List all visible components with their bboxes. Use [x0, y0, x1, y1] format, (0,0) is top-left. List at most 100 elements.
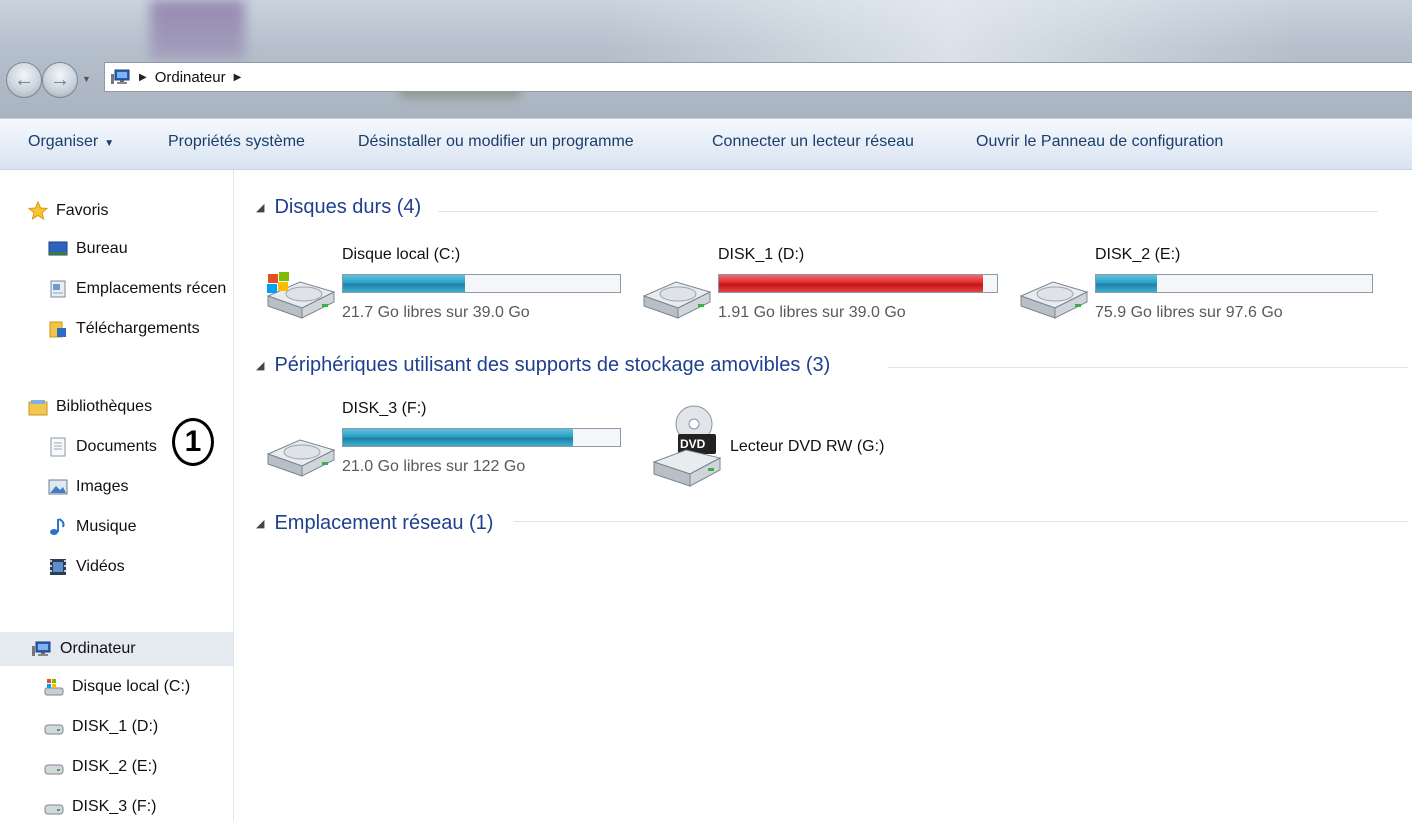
sidebar-item-label: Documents [76, 438, 157, 455]
drive-g-dvd[interactable]: DVD Lecteur DVD RW (G:) [650, 404, 950, 494]
drive-c-usage-fill [343, 275, 465, 292]
sidebar-item-drive-f[interactable]: DISK_3 (F:) [44, 794, 156, 820]
sidebar-item-label: Téléchargements [76, 320, 200, 337]
drive-d-usage-fill [719, 275, 984, 292]
drive-g-name: Lecteur DVD RW (G:) [730, 438, 885, 455]
computer-icon [32, 641, 51, 656]
music-icon [50, 518, 65, 535]
hard-drive-icon [266, 272, 336, 319]
hard-drive-icon [642, 281, 712, 319]
collapse-triangle-icon[interactable]: ◢ [256, 359, 264, 372]
navigation-pane: Favoris Bureau Emplacements récen Téléch… [0, 170, 234, 821]
picture-icon [48, 479, 68, 495]
sidebar-item-label: Disque local (C:) [72, 678, 191, 695]
forward-button[interactable]: → [42, 62, 78, 98]
breadcrumb-arrow-icon[interactable]: ▶ [139, 72, 147, 83]
chevron-down-icon: ▼ [104, 138, 115, 149]
drive-c-usage-bar [342, 274, 621, 293]
sidebar-item-recent-places[interactable]: Emplacements récen [48, 276, 226, 302]
open-control-panel-button[interactable]: Ouvrir le Panneau de configuration [976, 133, 1223, 151]
sidebar-item-label: Images [76, 478, 129, 495]
organize-button[interactable]: Organiser ▼ [28, 133, 114, 151]
forward-arrow-icon: → [50, 68, 70, 91]
hard-drive-icon [44, 764, 64, 775]
drive-d-name: DISK_1 (D:) [718, 246, 805, 263]
sidebar-favorites-label: Favoris [56, 202, 109, 219]
sidebar-item-documents[interactable]: Documents [48, 434, 157, 460]
sidebar-item-label: Musique [76, 518, 137, 535]
library-icon [28, 400, 48, 416]
group-hard-disks[interactable]: ◢ Disques durs (4) [256, 196, 421, 219]
back-arrow-icon: ← [14, 68, 34, 91]
drive-d-usage-bar [718, 274, 998, 293]
sidebar-item-drive-d[interactable]: DISK_1 (D:) [44, 714, 158, 740]
drive-e-free-space: 75.9 Go libres sur 97.6 Go [1095, 304, 1283, 321]
breadcrumb-arrow-icon[interactable]: ▶ [234, 72, 242, 83]
drive-e-usage-bar [1095, 274, 1373, 293]
sidebar-item-images[interactable]: Images [48, 474, 128, 500]
map-network-drive-button[interactable]: Connecter un lecteur réseau [712, 133, 914, 151]
collapse-triangle-icon[interactable]: ◢ [256, 201, 264, 214]
sidebar-item-drive-e[interactable]: DISK_2 (E:) [44, 754, 157, 780]
star-icon [28, 201, 48, 221]
back-button[interactable]: ← [6, 62, 42, 98]
group-network[interactable]: ◢ Emplacement réseau (1) [256, 512, 493, 535]
drive-c[interactable]: Disque local (C:) 21.7 Go libres sur 39.… [262, 240, 632, 330]
sidebar-item-label: Emplacements récen [76, 280, 227, 297]
breadcrumb-ordinateur[interactable]: Ordinateur [155, 69, 226, 86]
sidebar-item-videos[interactable]: Vidéos [48, 554, 125, 580]
sidebar-item-label: DISK_3 (F:) [72, 798, 157, 815]
video-icon [50, 559, 66, 575]
sidebar-item-downloads[interactable]: Téléchargements [48, 316, 200, 342]
drive-d[interactable]: DISK_1 (D:) 1.91 Go libres sur 39.0 Go [638, 240, 1008, 330]
drive-d-free-space: 1.91 Go libres sur 39.0 Go [718, 304, 906, 321]
sidebar-favorites[interactable]: Favoris [28, 198, 108, 224]
sidebar-item-drive-c[interactable]: Disque local (C:) [44, 674, 190, 700]
group-divider [438, 211, 1378, 212]
hard-drive-icon [266, 439, 336, 477]
redacted-area [256, 536, 634, 670]
hard-drive-icon [1019, 281, 1089, 319]
sidebar-item-bureau[interactable]: Bureau [48, 236, 128, 262]
history-dropdown[interactable]: ▼ [82, 74, 91, 84]
sidebar-item-label: DISK_1 (D:) [72, 718, 159, 735]
drive-e[interactable]: DISK_2 (E:) 75.9 Go libres sur 97.6 Go [1015, 240, 1385, 330]
document-icon [50, 437, 66, 457]
group-network-label: Emplacement réseau (1) [274, 512, 494, 534]
drive-c-name: Disque local (C:) [342, 246, 461, 263]
drive-f-usage-bar [342, 428, 621, 447]
hard-drive-icon [44, 679, 64, 696]
background-blur [150, 0, 245, 60]
sidebar-libraries[interactable]: Bibliothèques [28, 394, 152, 420]
drive-e-name: DISK_2 (E:) [1095, 246, 1181, 263]
drive-e-usage-fill [1096, 275, 1157, 292]
downloads-icon [49, 321, 66, 338]
drive-f[interactable]: DISK_3 (F:) 21.0 Go libres sur 122 Go [262, 398, 632, 488]
group-removable-label: Périphériques utilisant des supports de … [274, 354, 831, 376]
drive-f-free-space: 21.0 Go libres sur 122 Go [342, 458, 526, 475]
group-hard-disks-label: Disques durs (4) [274, 196, 422, 218]
sidebar-item-label: DISK_2 (E:) [72, 758, 158, 775]
group-removable[interactable]: ◢ Périphériques utilisant des supports d… [256, 354, 830, 377]
uninstall-program-button[interactable]: Désinstaller ou modifier un programme [358, 133, 634, 151]
drive-f-usage-fill [343, 429, 573, 446]
sidebar-computer-label: Ordinateur [60, 640, 136, 657]
system-properties-button[interactable]: Propriétés système [168, 133, 305, 151]
address-bar[interactable]: ▶ Ordinateur ▶ [104, 62, 1412, 92]
hard-drive-icon [44, 804, 64, 815]
dvd-badge: DVD [680, 437, 706, 451]
sidebar-computer[interactable]: Ordinateur [0, 632, 233, 666]
desktop-icon [48, 241, 68, 256]
sidebar-item-music[interactable]: Musique [48, 514, 136, 540]
command-bar: Organiser ▼ Propriétés système Désinstall… [0, 118, 1412, 170]
organize-label: Organiser [28, 133, 99, 150]
drive-c-free-space: 21.7 Go libres sur 39.0 Go [342, 304, 530, 321]
computer-icon [111, 69, 130, 84]
background-glare [600, 0, 1300, 70]
group-divider [888, 367, 1408, 368]
drive-f-name: DISK_3 (F:) [342, 400, 427, 417]
annotation-callout: 1 [172, 418, 214, 466]
collapse-triangle-icon[interactable]: ◢ [256, 517, 264, 530]
sidebar-libraries-label: Bibliothèques [56, 398, 153, 415]
hard-drive-icon [44, 724, 64, 735]
